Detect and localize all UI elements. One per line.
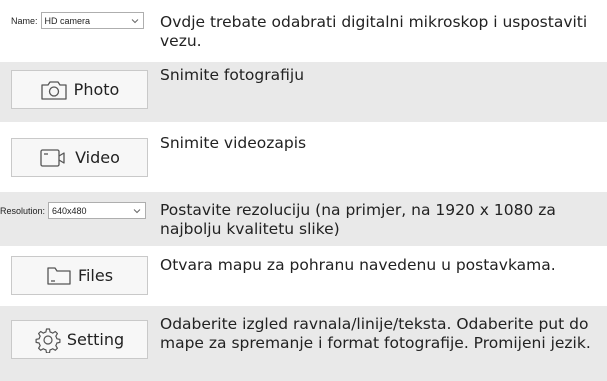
name-row: Name: HD camera Ovdje trebate odabrati d… [0, 0, 607, 62]
chevron-down-icon [131, 18, 138, 23]
resolution-select-value: 640x480 [52, 205, 87, 216]
resolution-select[interactable]: 640x480 [48, 202, 147, 219]
files-row: Files Otvara mapu za pohranu navedenu u … [0, 246, 607, 306]
setting-row: Setting Odaberite izgled ravnala/linije/… [0, 306, 607, 381]
resolution-row: Resolution: 640x480 Postavite rezoluciju… [0, 192, 607, 246]
video-description: Snimite videozapis [160, 134, 307, 152]
name-select-label: Name: [11, 15, 38, 26]
setting-description: Odaberite izgled ravnala/linije/teksta. … [160, 315, 591, 352]
setting-button-label: Setting [66, 330, 125, 349]
gear-icon [35, 327, 61, 353]
files-description: Otvara mapu za pohranu navedenu u postav… [160, 256, 556, 274]
resolution-select-group: Resolution: 640x480 [0, 202, 147, 219]
photo-button[interactable]: Photo [11, 70, 148, 109]
camera-icon [41, 80, 67, 100]
name-select-value: HD camera [44, 15, 91, 26]
files-button-label: Files [77, 266, 114, 285]
name-select[interactable]: HD camera [40, 12, 144, 29]
video-button[interactable]: Video [11, 138, 148, 177]
chevron-down-icon [133, 208, 141, 213]
video-row: Video Snimite videozapis [0, 122, 607, 192]
files-button[interactable]: Files [11, 256, 148, 295]
setting-button[interactable]: Setting [11, 320, 148, 359]
video-button-label: Video [75, 148, 120, 167]
name-select-description: Ovdje trebate odabrati digitalni mikrosk… [160, 13, 588, 50]
photo-button-label: Photo [73, 80, 120, 99]
name-select-group: Name: HD camera [11, 12, 144, 29]
video-camera-icon [40, 148, 65, 167]
photo-row: Photo Snimite fotografiju [0, 62, 607, 122]
folder-icon [47, 266, 71, 285]
photo-description: Snimite fotografiju [160, 66, 305, 84]
resolution-select-label: Resolution: [0, 205, 46, 216]
resolution-description: Postavite rezoluciju (na primjer, na 192… [160, 201, 556, 238]
